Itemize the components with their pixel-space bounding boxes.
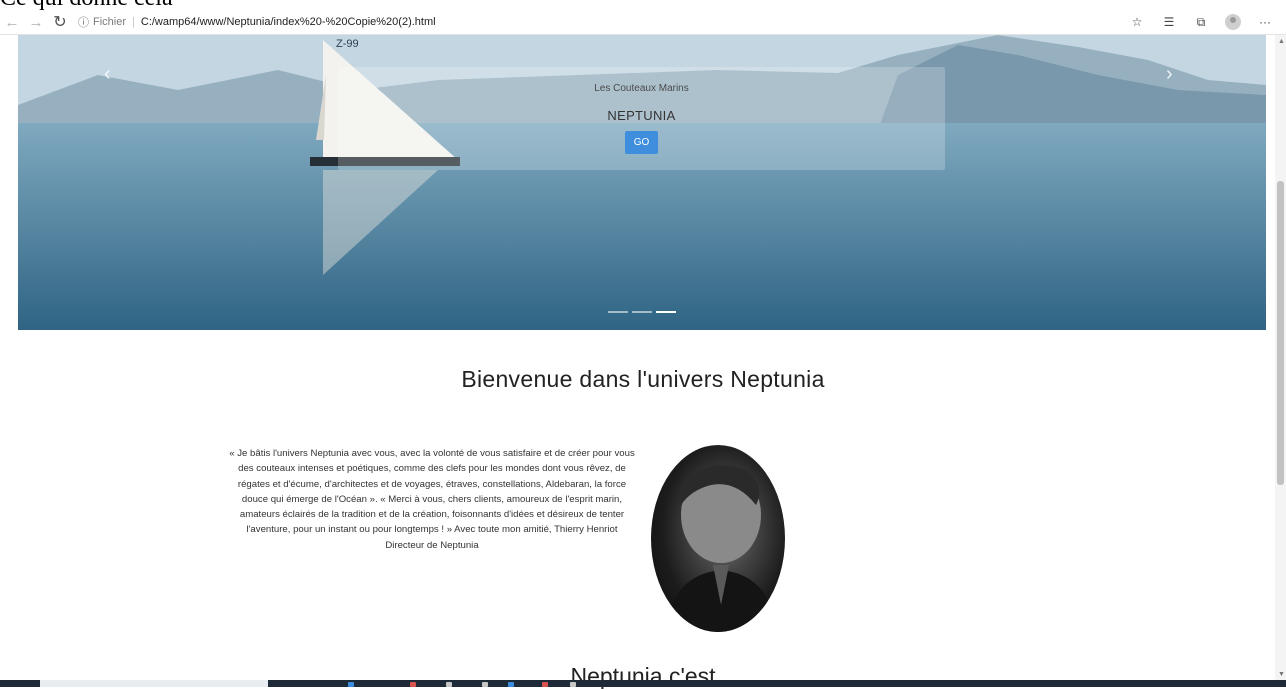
carousel-prev-button[interactable]: ‹ xyxy=(104,63,111,86)
taskbar-app-icon[interactable] xyxy=(348,682,354,687)
hero-subtitle: Les Couteaux Marins xyxy=(594,83,689,94)
carousel-next-button[interactable]: › xyxy=(1166,63,1173,86)
taskbar-app-icon[interactable] xyxy=(508,682,514,687)
browser-toolbar: ← → ↻ ⓘ Fichier | C:/wamp64/www/Neptunia… xyxy=(0,10,1286,35)
scroll-down-icon[interactable]: ▼ xyxy=(1278,671,1285,678)
address-separator: | xyxy=(132,16,135,28)
go-button[interactable]: GO xyxy=(625,131,658,154)
page-title: Bienvenue dans l'univers Neptunia xyxy=(461,366,825,392)
hero-caption: Les Couteaux Marins NEPTUNIA GO xyxy=(338,67,945,170)
back-arrow-icon[interactable]: ← xyxy=(0,11,24,33)
hero-carousel: Z-99 ‹ › Les Couteaux Marins NEPTUNIA GO xyxy=(18,35,1266,330)
taskbar-app-icon[interactable] xyxy=(482,682,488,687)
taskbar-search[interactable] xyxy=(40,680,268,687)
taskbar-app-icon[interactable] xyxy=(410,682,416,687)
top-caption: Ce qui donne cela xyxy=(0,0,173,10)
taskbar-app-icon[interactable] xyxy=(570,682,576,687)
carousel-indicator-1[interactable] xyxy=(608,311,628,313)
reload-icon[interactable]: ↻ xyxy=(48,11,72,33)
carousel-indicator-3[interactable] xyxy=(656,311,676,313)
portrait-image xyxy=(666,465,776,632)
director-quote: « Je bâtis l'univers Neptunia avec vous,… xyxy=(229,448,635,551)
avatar xyxy=(1225,14,1241,30)
add-favorite-icon[interactable]: ☆ xyxy=(1128,13,1146,31)
hero-title: NEPTUNIA xyxy=(607,108,676,123)
carousel-indicators xyxy=(608,311,676,313)
settings-menu-icon[interactable]: ··· xyxy=(1256,13,1274,31)
sail-number: Z-99 xyxy=(336,38,359,50)
director-portrait xyxy=(651,445,785,632)
carousel-indicator-2[interactable] xyxy=(632,311,652,313)
os-taskbar xyxy=(0,680,1286,687)
taskbar-app-icon[interactable] xyxy=(446,682,452,687)
forward-arrow-icon[interactable]: → xyxy=(24,11,48,33)
taskbar-app-icon[interactable] xyxy=(542,682,548,687)
profile-avatar[interactable] xyxy=(1224,13,1242,31)
collections-icon[interactable]: ⧉ xyxy=(1192,13,1210,31)
scheme-label: Fichier xyxy=(93,16,127,28)
favorites-icon[interactable]: ☰ xyxy=(1160,13,1178,31)
scroll-up-icon[interactable]: ▲ xyxy=(1278,38,1285,45)
info-icon[interactable]: ⓘ xyxy=(78,14,89,30)
page-scrollbar[interactable]: ▲ ▼ xyxy=(1275,35,1286,680)
address-bar[interactable]: ⓘ Fichier | C:/wamp64/www/Neptunia/index… xyxy=(78,11,436,33)
url-text[interactable]: C:/wamp64/www/Neptunia/index%20-%20Copie… xyxy=(141,16,436,28)
scroll-thumb[interactable] xyxy=(1277,181,1284,485)
